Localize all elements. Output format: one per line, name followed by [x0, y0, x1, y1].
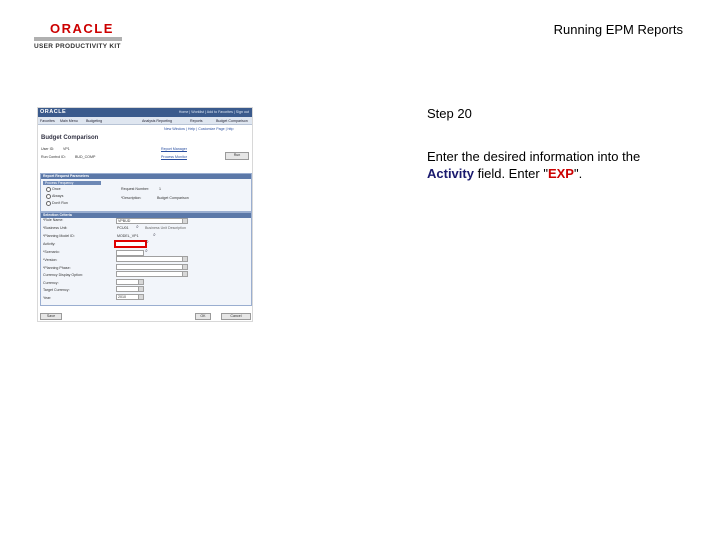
- request-number-value: 1: [159, 187, 161, 191]
- chevron-down-icon: [182, 272, 187, 276]
- criteria-label: Target Currency:: [43, 288, 70, 292]
- app-header: ORACLE Home | Worklist | Add to Favorite…: [38, 108, 252, 117]
- planning-model-value[interactable]: MODEL_VP1: [117, 234, 139, 238]
- version-select[interactable]: [116, 256, 188, 262]
- ok-button[interactable]: OK: [195, 313, 211, 320]
- run-control-label: Run Control ID:: [41, 155, 66, 159]
- report-request-section: Report Request Parameters Process Freque…: [40, 173, 252, 212]
- breadcrumb-item[interactable]: Budget Comparison: [216, 119, 248, 123]
- step-instruction: Enter the desired information into the A…: [427, 148, 677, 182]
- chevron-down-icon: [182, 265, 187, 269]
- criteria-label: *Rule Name:: [43, 218, 64, 222]
- year-input[interactable]: 2010: [116, 294, 144, 300]
- instruction-prefix: Enter the desired information into the: [427, 149, 641, 164]
- breadcrumb-item[interactable]: Analysis Reporting: [142, 119, 172, 123]
- upk-wordmark: USER PRODUCTIVITY KIT: [34, 43, 121, 50]
- app-logo: ORACLE: [40, 109, 67, 115]
- radio-label: Don't Run: [52, 200, 68, 205]
- radio-label: Once: [52, 186, 61, 191]
- breadcrumb-item[interactable]: Favorites: [40, 119, 55, 123]
- user-id-label: User ID:: [41, 147, 55, 151]
- save-button[interactable]: Save: [40, 313, 62, 320]
- criteria-label: *Scenario:: [43, 250, 60, 254]
- section-header: Report Request Parameters: [41, 174, 251, 179]
- oracle-wordmark: ORACLE: [50, 21, 114, 36]
- breadcrumb: Favorites Main Menu Budgeting Analysis R…: [38, 117, 252, 125]
- frequency-header: Process Frequency: [43, 181, 101, 185]
- document-title: Running EPM Reports: [553, 22, 683, 37]
- chevron-down-icon: [138, 295, 143, 299]
- criteria-label: Currency Display Option:: [43, 273, 83, 277]
- currency-input[interactable]: [116, 279, 144, 285]
- criteria-label: Activity:: [43, 242, 56, 246]
- top-nav[interactable]: Home | Worklist | Add to Favorites | Sig…: [179, 110, 249, 114]
- cancel-button[interactable]: Cancel: [221, 313, 251, 320]
- business-unit-value[interactable]: PCU01: [117, 226, 129, 230]
- planning-phase-select[interactable]: [116, 264, 188, 270]
- user-id-value: VP1: [63, 147, 70, 151]
- run-control-value: BUD_COMP: [75, 155, 96, 159]
- currency-display-select[interactable]: [116, 271, 188, 277]
- search-icon[interactable]: ⌕: [146, 240, 149, 245]
- report-manager-link[interactable]: Report Manager: [161, 147, 187, 151]
- search-icon[interactable]: ⌕: [136, 225, 139, 230]
- criteria-label: *Version:: [43, 258, 58, 262]
- app-screenshot: ORACLE Home | Worklist | Add to Favorite…: [37, 107, 253, 322]
- logo-bar: [34, 37, 122, 41]
- oracle-upk-logo: ORACLE USER PRODUCTIVITY KIT: [34, 22, 124, 50]
- description-label: *Description:: [121, 196, 142, 200]
- target-currency-input[interactable]: [116, 286, 144, 292]
- process-monitor-link[interactable]: Process Monitor: [161, 155, 187, 159]
- criteria-label: Year:: [43, 296, 52, 300]
- chevron-down-icon: [182, 257, 187, 261]
- activity-input[interactable]: [114, 240, 147, 248]
- criteria-label: *Planning Model ID:: [43, 234, 75, 238]
- instruction-field-name: Activity: [427, 166, 474, 181]
- chevron-down-icon: [138, 280, 143, 284]
- breadcrumb-item[interactable]: Reports: [190, 119, 203, 123]
- search-icon[interactable]: ⌕: [145, 249, 148, 254]
- criteria-label: *Planning Phase:: [43, 266, 71, 270]
- rule-name-select[interactable]: VPBUD: [116, 218, 188, 224]
- radio-label: Always: [52, 193, 64, 198]
- chevron-down-icon: [138, 287, 143, 291]
- step-label: Step 20: [427, 106, 472, 121]
- page-title: Budget Comparison: [41, 135, 99, 141]
- instruction-value: EXP: [547, 166, 574, 181]
- instruction-middle: field. Enter ": [477, 166, 548, 181]
- chevron-down-icon: [182, 219, 187, 223]
- page-toolbar[interactable]: New Window | Help | Customize Page | htt…: [164, 127, 234, 131]
- radio-always[interactable]: [46, 194, 51, 199]
- run-button[interactable]: Run: [225, 152, 249, 160]
- request-number-label: Request Number:: [121, 187, 150, 191]
- instruction-suffix: ".: [573, 166, 583, 181]
- business-unit-description: Business Unit Description: [145, 226, 186, 230]
- breadcrumb-item[interactable]: Main Menu: [60, 119, 78, 123]
- search-icon[interactable]: ⌕: [153, 233, 156, 238]
- criteria-label: Currency:: [43, 281, 59, 285]
- radio-once[interactable]: [46, 187, 51, 192]
- breadcrumb-item[interactable]: Budgeting: [86, 119, 102, 123]
- description-value[interactable]: Budget Comparison: [157, 196, 189, 200]
- radio-dont-run[interactable]: [46, 201, 51, 206]
- criteria-label: *Business Unit:: [43, 226, 68, 230]
